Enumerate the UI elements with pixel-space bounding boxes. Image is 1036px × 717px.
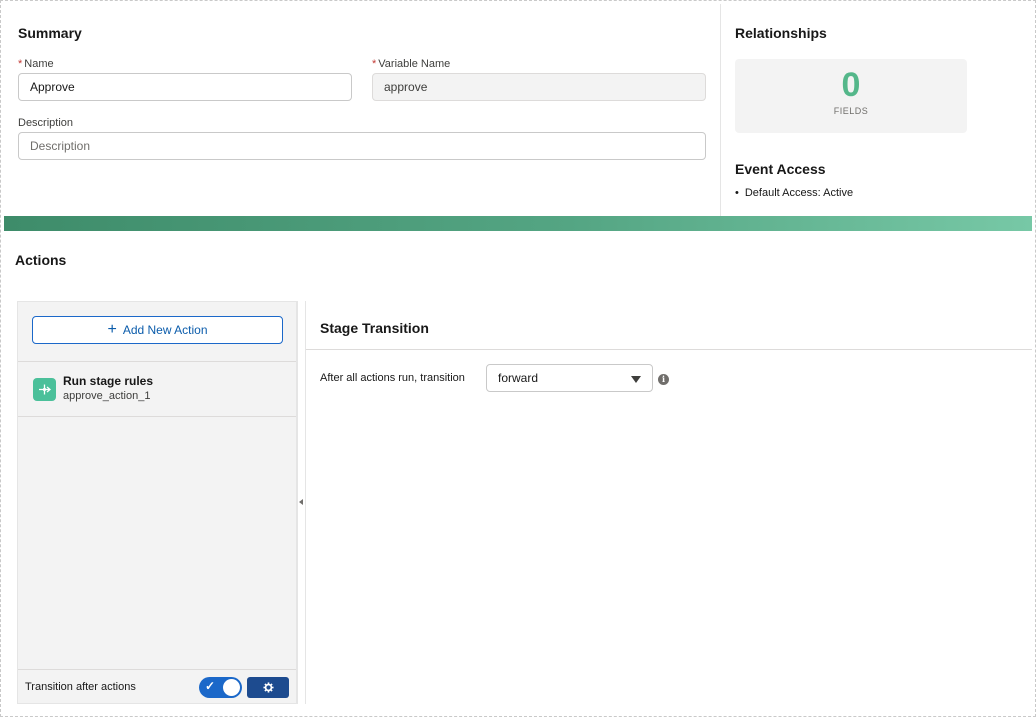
check-icon: ✓	[205, 679, 216, 693]
fields-count-card: 0 FIELDS	[735, 59, 967, 133]
bullet-icon: •	[735, 187, 739, 199]
variable-name-label: * Variable Name	[372, 58, 451, 70]
transition-footer: Transition after actions ✓	[18, 669, 296, 703]
action-list-item[interactable]: Run stage rules approve_action_1	[18, 362, 296, 417]
collapse-arrow-icon[interactable]	[299, 499, 303, 505]
info-icon[interactable]: i	[658, 374, 669, 385]
section-divider-band	[4, 216, 1032, 231]
transition-select[interactable]: forward	[486, 364, 653, 392]
actions-title: Actions	[15, 252, 67, 268]
pane-splitter[interactable]	[297, 301, 306, 704]
relationships-panel: Relationships 0 FIELDS Event Access • Def…	[720, 4, 1032, 216]
required-mark: *	[18, 58, 23, 70]
add-new-action-label: Add New Action	[122, 323, 208, 337]
list-divider	[18, 416, 296, 417]
action-subtitle: approve_action_1	[63, 390, 151, 402]
variable-name-input: approve	[372, 73, 706, 101]
description-input[interactable]: Description	[18, 132, 706, 160]
fields-label: FIELDS	[833, 106, 869, 116]
stage-transition-title: Stage Transition	[320, 320, 429, 336]
event-access-title: Event Access	[735, 161, 826, 177]
stage-rules-icon	[33, 378, 56, 401]
toggle-knob	[223, 679, 240, 696]
chevron-down-icon	[631, 376, 641, 383]
transition-label: After all actions run, transition	[320, 372, 465, 384]
settings-button[interactable]	[247, 677, 289, 698]
plus-icon: +	[107, 321, 117, 338]
transition-after-actions-label: Transition after actions	[25, 681, 136, 693]
stage-divider	[306, 349, 1032, 350]
transition-select-value: forward	[498, 371, 539, 385]
actions-list-pane: + Add New Action Run stage rules approve…	[17, 301, 297, 704]
add-new-action-button[interactable]: + Add New Action	[32, 316, 283, 344]
description-label: Description	[18, 117, 74, 129]
relationships-title: Relationships	[735, 25, 827, 41]
gear-icon	[262, 682, 274, 693]
action-title: Run stage rules	[63, 374, 154, 388]
stage-transition-pane: Stage Transition After all actions run, …	[306, 301, 1032, 704]
transition-toggle[interactable]: ✓	[199, 677, 242, 698]
summary-title: Summary	[18, 25, 82, 41]
name-input[interactable]: Approve	[18, 73, 352, 101]
event-access-item: • Default Access: Active	[735, 187, 854, 199]
name-label: * Name	[18, 58, 54, 70]
required-mark: *	[372, 58, 377, 70]
fields-count: 0	[841, 66, 861, 104]
summary-panel: Summary * Name Approve * Variable Name app…	[4, 4, 721, 216]
